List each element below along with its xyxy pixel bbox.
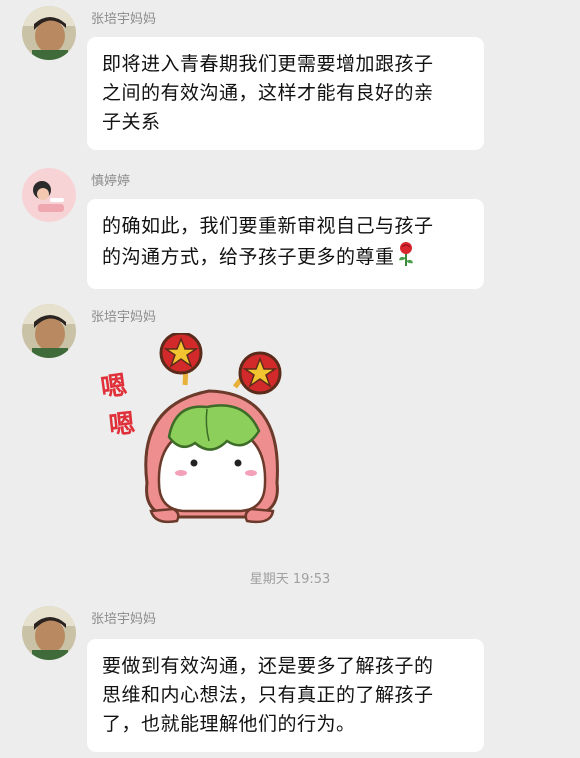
avatar-shentingting[interactable] — [22, 168, 76, 222]
message-line-with-emoji: 的沟通方式，给予孩子更多的尊重 — [102, 241, 469, 276]
message-bubble[interactable]: 的确如此，我们要重新审视自己与孩子 的沟通方式，给予孩子更多的尊重 — [87, 199, 484, 289]
sticker-text: 嗯 — [108, 409, 137, 442]
message-line: 思维和内心想法，只有真正的了解孩子 — [102, 684, 434, 706]
sender-name: 张培宇妈妈 — [91, 310, 157, 325]
sender-name: 张培宇妈妈 — [91, 12, 157, 27]
avatar-zhangpeiyu-mom[interactable] — [22, 304, 76, 358]
timestamp-divider: 星期天 19:53 — [249, 572, 331, 587]
sender-name: 张培宇妈妈 — [91, 612, 157, 627]
message-line: 的确如此，我们要重新审视自己与孩子 — [102, 215, 434, 237]
message-line: 子关系 — [102, 111, 161, 133]
rose-icon — [397, 241, 415, 276]
avatar-zhangpeiyu-mom[interactable] — [22, 606, 76, 660]
message-bubble[interactable]: 要做到有效沟通，还是要多了解孩子的 思维和内心想法，只有真正的了解孩子 了，也就… — [87, 639, 484, 752]
sticker-text: 嗯 — [99, 370, 129, 403]
message-line: 即将进入青春期我们更需要增加跟孩子 — [102, 53, 434, 75]
message-line: 要做到有效沟通，还是要多了解孩子的 — [102, 655, 434, 677]
avatar-zhangpeiyu-mom[interactable] — [22, 6, 76, 60]
message-line: 的沟通方式，给予孩子更多的尊重 — [102, 246, 395, 268]
sticker-message[interactable]: 嗯 嗯 — [95, 331, 300, 526]
message-bubble[interactable]: 即将进入青春期我们更需要增加跟孩子 之间的有效沟通，这样才能有良好的亲 子关系 — [87, 37, 484, 150]
sender-name: 慎婷婷 — [91, 174, 131, 189]
message-line: 了，也就能理解他们的行为。 — [102, 713, 356, 735]
message-line: 之间的有效沟通，这样才能有良好的亲 — [102, 82, 434, 104]
